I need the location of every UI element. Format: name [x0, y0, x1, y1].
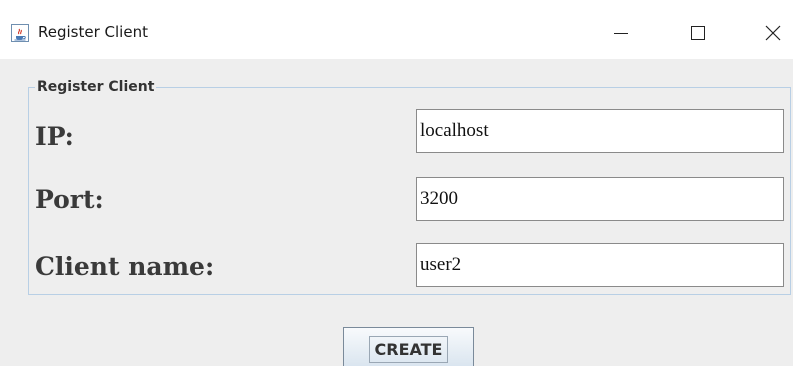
close-icon: [765, 25, 781, 41]
ip-label: IP:: [35, 122, 74, 151]
title-bar[interactable]: Register Client: [0, 0, 793, 59]
maximize-button[interactable]: [678, 14, 718, 52]
java-cup-icon: [11, 24, 29, 42]
create-button-label: CREATE: [369, 336, 448, 363]
client-name-field[interactable]: [416, 243, 784, 287]
close-button[interactable]: [753, 14, 793, 52]
window-title: Register Client: [38, 23, 148, 41]
minimize-button[interactable]: [601, 14, 641, 52]
client-name-label: Client name:: [35, 252, 215, 281]
group-title: Register Client: [35, 79, 157, 95]
port-field[interactable]: [416, 177, 784, 221]
register-client-window: Register Client Register Client IP: Port…: [0, 0, 793, 366]
maximize-icon: [691, 26, 705, 40]
port-label: Port:: [35, 185, 104, 214]
ip-field[interactable]: [416, 109, 784, 153]
minimize-icon: [614, 33, 628, 34]
create-button[interactable]: CREATE: [343, 327, 474, 366]
